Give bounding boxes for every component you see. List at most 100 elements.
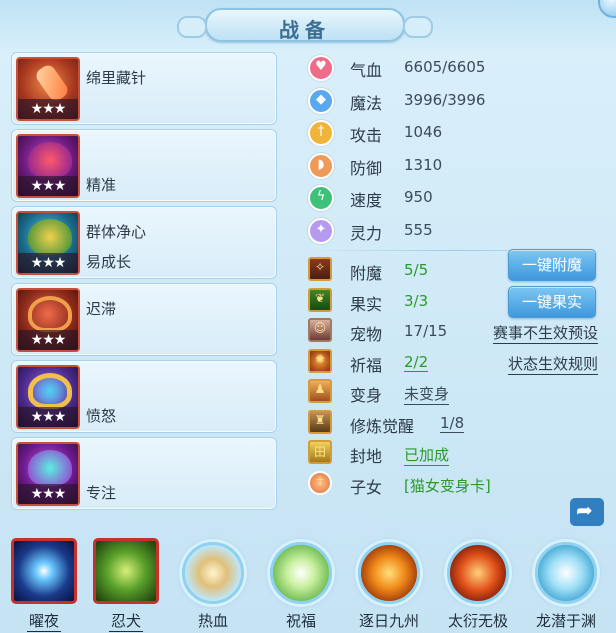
wolf-icon [93,538,159,604]
sun-ring-icon [358,542,420,604]
stat-attack: † 攻击 1046 [306,117,606,150]
spirit-icon: ✦ [308,217,334,244]
skill-slot[interactable]: 祝福 [266,538,336,630]
enchant-label: 附魔 [350,264,383,283]
skill-bar: 曜夜 忍犬 热血 祝福 逐日九州 太衍无极 龙潜于渊 [0,530,616,633]
fruit-label: 果实 [350,294,383,314]
title-bar: 战备 [0,0,616,50]
row-territory: 田 封地 已加成 [306,438,606,469]
blessing-label: 祈福 [350,355,383,375]
card-name: 专注 [86,484,117,502]
star-rating: ★★★ [18,484,78,504]
equipment-card[interactable]: ★★★ 愤怒 [11,360,277,433]
skill-slot[interactable]: 龙潜于渊 [531,538,601,630]
awaken-label: 修炼觉醒 [350,416,415,436]
row-blessing: ✺ 祈福 2/2 状态生效规则 [306,347,606,378]
lightning-icon: ϟ [308,185,334,211]
event-preset-link[interactable]: 赛事不生效预设 [492,322,598,344]
skill-label: 热血 [197,612,228,630]
violet-helmet-icon: ★★★ [16,442,80,506]
transform-label: 变身 [350,386,383,405]
row-awaken: ♜ 修炼觉醒 1/8 [306,408,606,439]
ice-pole-icon: ★★★ [16,57,80,121]
close-orb-icon[interactable] [598,0,616,18]
sword-icon: † [308,120,334,146]
purple-demon-icon: ★★★ [16,134,80,198]
skill-slot[interactable]: 忍犬 [91,538,161,632]
starlight-icon [11,538,77,604]
stat-defense: ◗ 防御 1310 [306,150,606,183]
stat-value: 6605/6605 [404,58,486,76]
mask-totem-icon: ★★★ [16,211,80,275]
pet-value: 17/15 [404,322,448,340]
blessing-value[interactable]: 2/2 [404,353,429,372]
blessing-icon: ✺ [308,348,332,373]
equipment-card[interactable]: ★★★ 专注 [11,437,277,510]
equipment-card[interactable]: ★★★ 迟滞 [11,283,277,356]
shield-icon: ◗ [308,152,334,179]
equipment-card[interactable]: ★★★ 绵里藏针 [11,52,277,125]
state-rules-link[interactable]: 状态生效规则 [507,353,598,375]
card-trait: 易成长 [86,253,132,271]
red-whip-icon: ★★★ [16,288,80,352]
stat-value: 3996/3996 [404,90,486,109]
enchant-icon: ✧ [308,257,332,281]
stat-label: 灵力 [350,223,383,243]
pet-avatar-icon: ☺ [308,318,332,342]
pet-label: 宠物 [350,325,383,344]
one-click-enchant-button[interactable]: 一键附魔 [508,249,596,281]
star-rating: ★★★ [18,407,78,427]
child-icon: ☥ [308,470,332,495]
stat-label: 速度 [350,191,383,210]
cultivation-icon: ♜ [308,409,332,434]
card-name: 绵里藏针 [86,69,147,87]
skill-label: 太衍无极 [447,612,508,630]
stat-value: 950 [404,188,433,206]
one-click-fruit-button[interactable]: 一键果实 [508,285,596,318]
territory-label: 封地 [350,447,383,466]
skill-slot[interactable]: 太衍无极 [443,538,513,630]
blessing-icon [270,542,332,604]
star-rating: ★★★ [18,176,78,196]
territory-value[interactable]: 已加成 [404,444,450,466]
stat-mp: ◆ 魔法 3996/3996 [306,85,606,118]
stat-label: 气血 [350,61,383,80]
row-transform: ♟ 变身 未变身 [306,377,606,408]
crown-ring-icon: ★★★ [16,365,80,429]
equipment-card[interactable]: ★★★ 群体净心 易成长 [11,206,277,279]
skill-label: 祝福 [285,612,316,630]
child-label: 子女 [350,477,383,497]
stat-label: 防御 [350,158,383,178]
skill-slot[interactable]: 曜夜 [9,538,79,632]
equipment-card-list: ★★★ 绵里藏针 ★★★ 精准 ★★★ 群体净心 易成长 ★★★ 迟滞 ★★★ … [11,52,277,514]
equipment-card[interactable]: ★★★ 精准 [11,129,277,202]
star-rating: ★★★ [18,253,78,273]
transform-icon: ♟ [308,379,332,403]
stat-value: 555 [404,220,433,239]
stat-label: 攻击 [350,126,383,145]
battle-prep-panel: 战备 ★★★ 绵里藏针 ★★★ 精准 ★★★ 群体净心 易成长 ★★★ 迟滞 ★… [0,0,616,633]
row-child: ☥ 子女 [猫女变身卡] [306,469,606,500]
stats-panel: ♥ 气血 6605/6605 ◆ 魔法 3996/3996 † 攻击 1046 … [306,52,606,499]
skill-slot[interactable]: 逐日九州 [354,538,424,630]
skill-label: 龙潜于渊 [535,612,596,630]
mana-icon: ◆ [308,87,334,114]
star-rating: ★★★ [18,330,78,350]
warrior-icon [182,542,244,604]
stat-speed: ϟ 速度 950 [306,182,606,215]
skill-label: 忍犬 [109,612,143,632]
card-name: 愤怒 [86,407,117,425]
share-icon[interactable] [570,498,604,526]
heart-icon: ♥ [308,55,334,81]
card-name: 群体净心 [86,223,147,241]
territory-icon: 田 [308,440,332,464]
skill-label: 逐日九州 [358,612,419,630]
drum-icon [447,542,509,604]
row-fruit: ❦ 果实 3/3 一键果实 [306,285,606,318]
transform-value[interactable]: 未变身 [404,383,450,405]
fruit-icon: ❦ [308,287,332,312]
awaken-value[interactable]: 1/8 [440,414,465,433]
row-enchant: ✧ 附魔 5/5 一键附魔 [306,249,606,286]
skill-slot[interactable]: 热血 [178,538,248,630]
card-name: 精准 [86,176,117,194]
